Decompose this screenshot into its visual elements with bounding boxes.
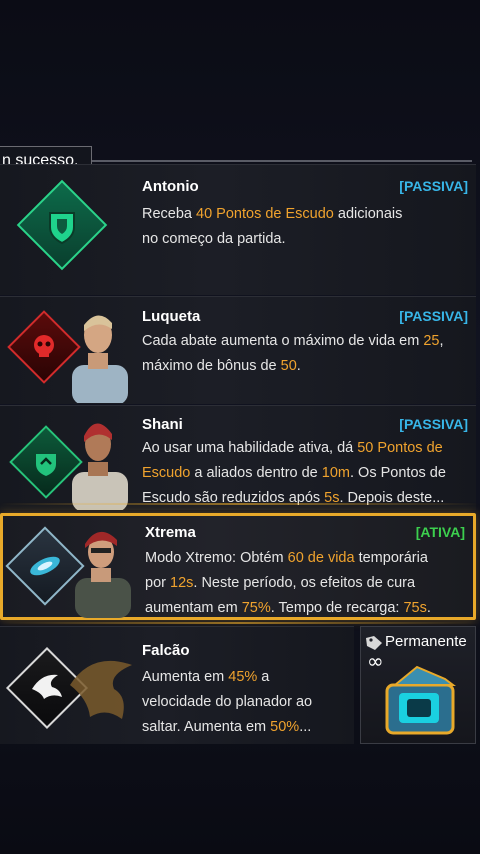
highlight-value: 75s bbox=[403, 600, 427, 616]
loot-crate-icon bbox=[385, 665, 456, 735]
description-text: . Neste período, os efeitos de cura bbox=[193, 575, 416, 591]
character-portrait-xtrema bbox=[69, 518, 135, 618]
highlight-value: 12s bbox=[170, 575, 194, 591]
description-text: saltar. Aumenta em bbox=[142, 719, 271, 735]
description-text: . bbox=[296, 358, 301, 374]
description-text: temporária bbox=[354, 550, 428, 566]
divider bbox=[0, 503, 480, 505]
permanent-label: Permanente bbox=[385, 633, 467, 650]
description-text: por bbox=[145, 575, 170, 591]
skill-name: Falcão bbox=[142, 642, 190, 659]
skill-name: Xtrema bbox=[145, 524, 196, 541]
skill-description: Aumenta em 45% a velocidade do planador a… bbox=[142, 665, 342, 740]
divider bbox=[92, 160, 472, 162]
skill-type-tag: [PASSIVA] bbox=[399, 416, 468, 432]
highlight-value: 40 Pontos de Escudo bbox=[196, 206, 334, 222]
highlight-value: 50 bbox=[280, 358, 297, 374]
highlight-value: 45% bbox=[228, 669, 258, 685]
description-text: ... bbox=[299, 719, 312, 735]
skill-name: Luqueta bbox=[142, 308, 201, 325]
description-text: Modo Xtremo: Obtém bbox=[145, 550, 288, 566]
description-text: máximo de bônus de bbox=[142, 358, 281, 374]
highlight-value: 25 bbox=[423, 333, 440, 349]
skill-card-antonio[interactable]: Antonio [PASSIVA] Receba 40 Pontos de Es… bbox=[0, 164, 476, 295]
description-text: . Os Pontos de bbox=[350, 465, 446, 481]
description-text: aumentam em bbox=[145, 600, 242, 616]
highlight-value: 50 Pontos de bbox=[357, 440, 443, 456]
highlight-value: 75% bbox=[241, 600, 271, 616]
description-text: a bbox=[257, 669, 270, 685]
description-text: no começo da partida. bbox=[142, 231, 286, 247]
character-portrait-luqueta bbox=[66, 303, 132, 403]
skill-card-xtrema[interactable]: Xtrema [ATIVA] Modo Xtremo: Obtém 60 de … bbox=[0, 513, 476, 620]
highlight-value: 60 de vida bbox=[287, 550, 355, 566]
skill-card-falcao[interactable]: Falcão Aumenta em 45% a velocidade do pla… bbox=[0, 626, 354, 744]
highlight-value: Escudo bbox=[142, 465, 191, 481]
skill-card-shani[interactable]: Shani [PASSIVA] Ao usar uma habilidade a… bbox=[0, 405, 476, 510]
character-portrait-shani bbox=[66, 410, 132, 510]
skill-description: Ao usar uma habilidade ativa, dá 50 Pont… bbox=[142, 436, 470, 511]
skill-description: Cada abate aumenta o máximo de vida em 2… bbox=[142, 329, 470, 379]
description-text: . bbox=[426, 600, 431, 616]
description-text: a aliados dentro de bbox=[190, 465, 322, 481]
description-text: . Tempo de recarga: bbox=[270, 600, 404, 616]
skill-description: Modo Xtremo: Obtém 60 de vida temporária… bbox=[145, 546, 473, 621]
permanent-item-card[interactable]: Permanente ∞ bbox=[360, 626, 476, 744]
skill-name: Shani bbox=[142, 416, 183, 433]
skill-type-tag: [ATIVA] bbox=[415, 524, 465, 540]
description-text: adicionais bbox=[333, 206, 403, 222]
falcon-illustration bbox=[62, 645, 138, 733]
highlight-value: 10m bbox=[321, 465, 350, 481]
divider bbox=[0, 622, 480, 624]
description-text: velocidade do planador ao bbox=[142, 694, 313, 710]
description-text: Receba bbox=[142, 206, 197, 222]
skill-type-tag: [PASSIVA] bbox=[399, 308, 468, 324]
description-text: Ao usar uma habilidade ativa, dá bbox=[142, 440, 358, 456]
skill-name: Antonio bbox=[142, 178, 199, 195]
skill-type-tag: [PASSIVA] bbox=[399, 178, 468, 194]
description-text: Aumenta em bbox=[142, 669, 229, 685]
skill-description: Receba 40 Pontos de Escudo adicionais no … bbox=[142, 202, 470, 252]
description-text: Cada abate aumenta o máximo de vida em bbox=[142, 333, 424, 349]
skill-card-luqueta[interactable]: Luqueta [PASSIVA] Cada abate aumenta o m… bbox=[0, 296, 476, 404]
description-text: , bbox=[439, 333, 444, 349]
highlight-value: 50% bbox=[270, 719, 300, 735]
